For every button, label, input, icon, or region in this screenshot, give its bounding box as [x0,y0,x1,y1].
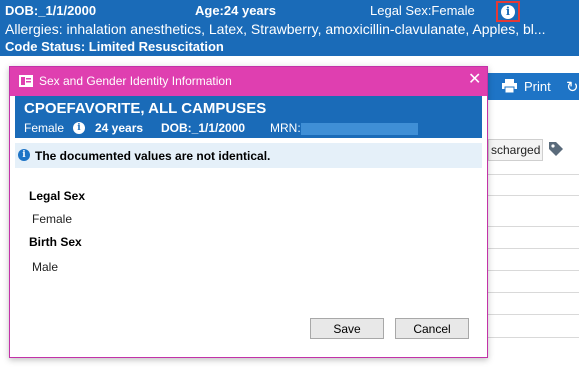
grid-line [488,337,579,338]
sex-gender-dialog: Sex and Gender Identity Information ✕ CP… [9,66,488,358]
patient-age: 24 years [95,121,144,135]
dialog-title: Sex and Gender Identity Information [39,74,232,88]
banner-legal-sex: Legal Sex:Female [370,3,475,18]
info-icon: i [501,4,515,19]
mrn-redacted [301,123,418,135]
grid-line [488,248,579,249]
notice-text: The documented values are not identical. [35,149,271,163]
toolbar: Print ↻ [488,73,579,100]
legal-sex-label: Legal Sex [29,189,86,203]
banner-age: Age:24 years [195,3,276,18]
birth-sex-label: Birth Sex [29,235,82,249]
grid-line [488,174,579,175]
printer-icon[interactable] [502,79,517,93]
close-icon[interactable]: ✕ [468,72,481,88]
patient-mrn-label: MRN: [270,121,301,135]
dialog-titlebar[interactable]: Sex and Gender Identity Information ✕ [10,67,487,96]
save-button[interactable]: Save [310,318,384,339]
grid-line [488,270,579,271]
notice-banner: i The documented values are not identica… [15,143,482,168]
patient-banner: DOB:_1/1/2000 Age:24 years Legal Sex:Fem… [0,0,579,56]
dialog-patient-header: CPOEFAVORITE, ALL CAMPUSES Female i 24 y… [15,96,482,138]
grid-line [488,292,579,293]
grid-line [488,226,579,227]
cancel-button[interactable]: Cancel [395,318,469,339]
legal-sex-value: Female [32,212,73,226]
patient-dob: DOB:_1/1/2000 [161,121,246,135]
grid-line [488,195,579,196]
grid-line [488,314,579,315]
info-icon[interactable]: i [73,122,85,134]
background-actions: scharged [488,135,579,165]
window-icon [19,75,33,87]
patient-name: CPOEFAVORITE, ALL CAMPUSES [24,100,267,117]
discharged-button[interactable]: scharged [488,139,544,161]
print-button[interactable]: Print [524,79,551,94]
banner-dob: DOB:_1/1/2000 [5,3,97,18]
info-icon: i [18,149,30,161]
banner-allergies: Allergies: inhalation anesthetics, Latex… [5,21,546,37]
tag-icon[interactable] [548,141,564,157]
banner-code-status: Code Status: Limited Resuscitation [5,39,224,54]
birth-sex-value: Male [32,260,59,274]
patient-sex: Female [24,121,65,135]
refresh-icon[interactable]: ↻ [566,78,579,96]
sex-info-button[interactable]: i [496,1,520,22]
